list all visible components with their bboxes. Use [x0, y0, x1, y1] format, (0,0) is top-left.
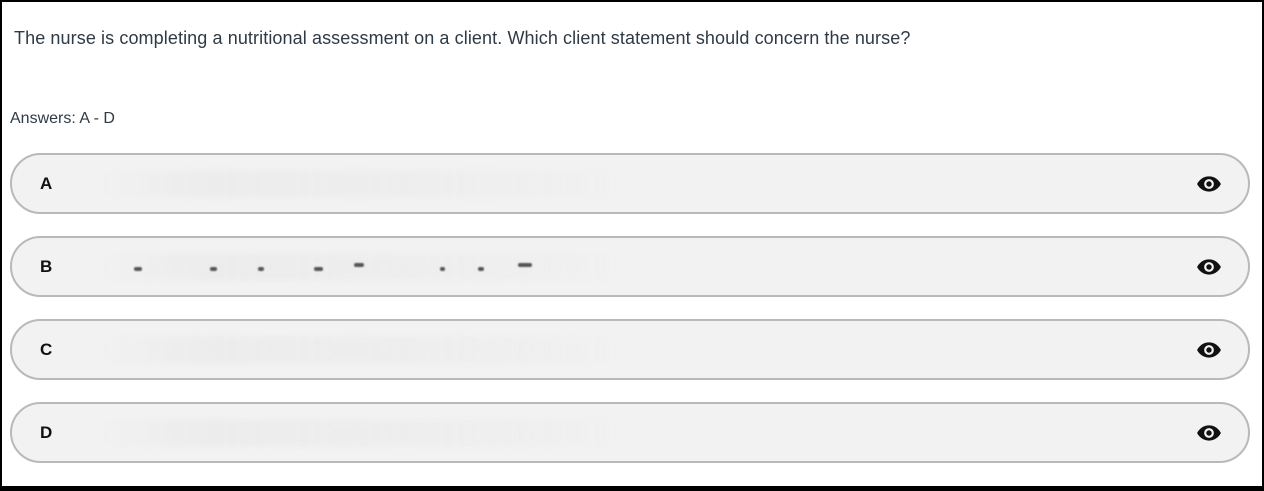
- option-letter: C: [40, 339, 53, 359]
- option-a[interactable]: A: [10, 153, 1250, 214]
- option-c[interactable]: C: [10, 319, 1250, 380]
- eye-icon[interactable]: [1196, 171, 1222, 197]
- hidden-answer-text: [102, 336, 622, 363]
- answers-label: Answers: A - D: [10, 110, 115, 127]
- option-letter: B: [40, 256, 53, 276]
- eye-icon[interactable]: [1196, 337, 1222, 363]
- hidden-answer-text: [102, 170, 622, 197]
- option-letter: D: [40, 422, 53, 442]
- option-b[interactable]: B: [10, 236, 1250, 297]
- question-text: The nurse is completing a nutritional as…: [14, 28, 911, 48]
- option-letter: A: [40, 173, 53, 193]
- eye-icon[interactable]: [1196, 254, 1222, 280]
- hidden-answer-text: [102, 419, 622, 446]
- hidden-answer-text: [102, 253, 622, 280]
- eye-icon[interactable]: [1196, 420, 1222, 446]
- option-d[interactable]: D: [10, 402, 1250, 463]
- question-panel: The nurse is completing a nutritional as…: [2, 2, 1262, 486]
